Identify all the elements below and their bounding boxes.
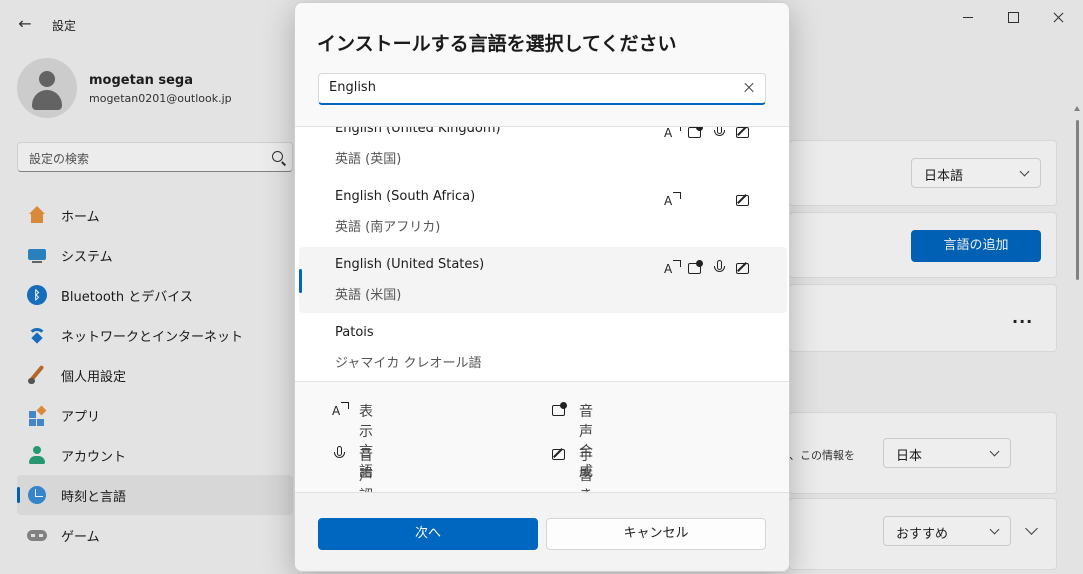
selection-indicator [299, 269, 302, 293]
handwriting-icon [735, 191, 753, 209]
dialog-footer: 次へ キャンセル [295, 492, 789, 571]
display-language-icon [663, 191, 681, 209]
language-name: English (United Kingdom) [335, 126, 501, 136]
language-option-en-za[interactable]: English (South Africa) 英語 (南アフリカ) [299, 179, 787, 245]
text-to-speech-icon [687, 127, 705, 141]
language-list[interactable]: English (United Kingdom) 英語 (英国) English… [295, 126, 789, 382]
microphone-icon [331, 445, 349, 463]
language-native-name: 英語 (南アフリカ) [335, 220, 441, 235]
dialog-title: インストールする言語を選択してください [317, 33, 677, 55]
language-search-field[interactable] [318, 73, 766, 105]
clear-icon[interactable] [743, 81, 755, 95]
microphone-icon [711, 259, 729, 277]
text-to-speech-icon [687, 259, 705, 277]
language-name: English (South Africa) [335, 189, 476, 204]
display-language-icon [663, 259, 681, 277]
language-name: English (United States) [335, 257, 485, 272]
language-search-input[interactable] [329, 80, 729, 95]
handwriting-icon [735, 259, 753, 277]
microphone-icon [711, 127, 729, 141]
language-picker-dialog: インストールする言語を選択してください English (United King… [294, 2, 790, 572]
language-native-name: ジャマイカ クレオール語 [335, 356, 482, 371]
text-to-speech-icon [551, 401, 569, 419]
language-option-patois[interactable]: Patois ジャマイカ クレオール語 [299, 315, 787, 381]
language-name: Patois [335, 325, 374, 340]
handwriting-icon [735, 127, 753, 141]
language-native-name: 英語 (米国) [335, 288, 402, 303]
language-option-en-gb[interactable]: English (United Kingdom) 英語 (英国) [299, 126, 787, 177]
cancel-button[interactable]: キャンセル [546, 518, 766, 550]
handwriting-icon [551, 445, 569, 463]
language-option-en-us[interactable]: English (United States) 英語 (米国) [299, 247, 787, 313]
next-button[interactable]: 次へ [318, 518, 538, 550]
language-native-name: 英語 (英国) [335, 152, 402, 167]
display-language-icon [331, 401, 349, 419]
display-language-icon [663, 127, 681, 141]
